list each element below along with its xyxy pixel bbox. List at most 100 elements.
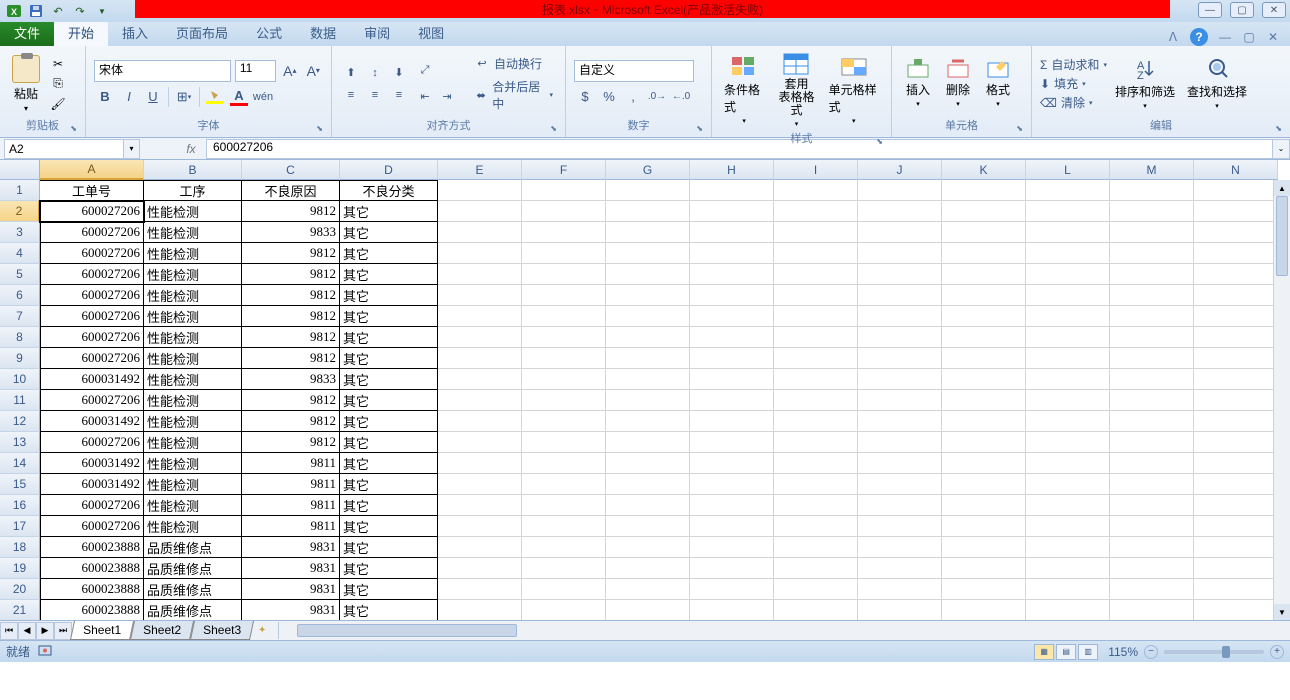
cell-C20[interactable]: 9831 (242, 579, 340, 600)
cell-C17[interactable]: 9811 (242, 516, 340, 537)
col-header-N[interactable]: N (1194, 160, 1278, 180)
cell-G20[interactable] (606, 579, 690, 600)
cell-H9[interactable] (690, 348, 774, 369)
row-header-3[interactable]: 3 (0, 222, 40, 243)
redo-icon[interactable]: ↷ (72, 3, 88, 19)
cell-F1[interactable] (522, 180, 606, 201)
cell-E21[interactable] (438, 600, 522, 620)
cell-A13[interactable]: 600027206 (40, 432, 144, 453)
page-layout-view-icon[interactable]: ▤ (1056, 644, 1076, 660)
cell-J19[interactable] (858, 558, 942, 579)
accounting-format-icon[interactable]: $ (574, 86, 596, 108)
cell-A4[interactable]: 600027206 (40, 243, 144, 264)
cell-K9[interactable] (942, 348, 1026, 369)
cell-G18[interactable] (606, 537, 690, 558)
cut-icon[interactable]: ✂ (48, 55, 68, 73)
file-tab[interactable]: 文件 (0, 19, 54, 46)
cell-E6[interactable] (438, 285, 522, 306)
cell-D14[interactable]: 其它 (340, 453, 438, 474)
row-header-12[interactable]: 12 (0, 411, 40, 432)
format-cells-button[interactable]: 格式▾ (980, 57, 1016, 110)
cell-H8[interactable] (690, 327, 774, 348)
cell-B6[interactable]: 性能检测 (144, 285, 242, 306)
increase-font-icon[interactable]: A▴ (280, 61, 299, 81)
cell-J17[interactable] (858, 516, 942, 537)
tab-home[interactable]: 开始 (54, 19, 108, 46)
cell-A1[interactable]: 工单号 (40, 180, 144, 201)
cell-C15[interactable]: 9811 (242, 474, 340, 495)
cell-I17[interactable] (774, 516, 858, 537)
cell-K6[interactable] (942, 285, 1026, 306)
cell-M21[interactable] (1110, 600, 1194, 620)
cell-F14[interactable] (522, 453, 606, 474)
cell-L15[interactable] (1026, 474, 1110, 495)
cell-J10[interactable] (858, 369, 942, 390)
name-box[interactable]: A2 (4, 139, 124, 159)
cell-N21[interactable] (1194, 600, 1278, 620)
cell-A9[interactable]: 600027206 (40, 348, 144, 369)
cell-E1[interactable] (438, 180, 522, 201)
insert-cells-button[interactable]: 插入▾ (900, 57, 936, 110)
font-name-select[interactable]: 宋体 (94, 60, 231, 82)
sheet-tab-1[interactable]: Sheet1 (70, 621, 134, 640)
row-header-8[interactable]: 8 (0, 327, 40, 348)
zoom-level[interactable]: 115% (1108, 645, 1138, 659)
cell-H20[interactable] (690, 579, 774, 600)
cell-G6[interactable] (606, 285, 690, 306)
cell-K14[interactable] (942, 453, 1026, 474)
cell-N15[interactable] (1194, 474, 1278, 495)
row-header-1[interactable]: 1 (0, 180, 40, 201)
cell-N18[interactable] (1194, 537, 1278, 558)
macro-record-icon[interactable] (38, 643, 52, 660)
cell-D10[interactable]: 其它 (340, 369, 438, 390)
cell-N20[interactable] (1194, 579, 1278, 600)
col-header-G[interactable]: G (606, 160, 690, 180)
qat-dropdown-icon[interactable]: ▼ (94, 3, 110, 19)
scroll-down-icon[interactable]: ▼ (1274, 604, 1290, 620)
row-header-7[interactable]: 7 (0, 306, 40, 327)
cell-A19[interactable]: 600023888 (40, 558, 144, 579)
cell-J8[interactable] (858, 327, 942, 348)
cell-B2[interactable]: 性能检测 (144, 201, 242, 222)
cell-F19[interactable] (522, 558, 606, 579)
cell-B5[interactable]: 性能检测 (144, 264, 242, 285)
close-button[interactable]: ✕ (1262, 2, 1286, 18)
help-icon[interactable]: ? (1190, 28, 1208, 46)
col-header-M[interactable]: M (1110, 160, 1194, 180)
cell-H14[interactable] (690, 453, 774, 474)
cell-L13[interactable] (1026, 432, 1110, 453)
cell-E9[interactable] (438, 348, 522, 369)
cell-J14[interactable] (858, 453, 942, 474)
cell-G15[interactable] (606, 474, 690, 495)
cell-C18[interactable]: 9831 (242, 537, 340, 558)
cell-M19[interactable] (1110, 558, 1194, 579)
cell-H12[interactable] (690, 411, 774, 432)
select-all-corner[interactable] (0, 160, 40, 180)
cell-K11[interactable] (942, 390, 1026, 411)
cell-K15[interactable] (942, 474, 1026, 495)
cell-A2[interactable]: 600027206 (40, 201, 144, 222)
cell-C11[interactable]: 9812 (242, 390, 340, 411)
borders-button[interactable]: ⊞▾ (173, 86, 195, 108)
cell-M14[interactable] (1110, 453, 1194, 474)
cell-J1[interactable] (858, 180, 942, 201)
cell-L10[interactable] (1026, 369, 1110, 390)
cell-G4[interactable] (606, 243, 690, 264)
cell-L4[interactable] (1026, 243, 1110, 264)
sheet-nav-first[interactable]: ⏮ (0, 622, 18, 640)
cell-M12[interactable] (1110, 411, 1194, 432)
cell-J4[interactable] (858, 243, 942, 264)
cell-K21[interactable] (942, 600, 1026, 620)
tab-layout[interactable]: 页面布局 (162, 19, 242, 46)
cell-H5[interactable] (690, 264, 774, 285)
cell-F5[interactable] (522, 264, 606, 285)
cell-H7[interactable] (690, 306, 774, 327)
cell-I15[interactable] (774, 474, 858, 495)
cell-I2[interactable] (774, 201, 858, 222)
cell-G8[interactable] (606, 327, 690, 348)
cell-E7[interactable] (438, 306, 522, 327)
cell-M11[interactable] (1110, 390, 1194, 411)
col-header-I[interactable]: I (774, 160, 858, 180)
clear-button[interactable]: ⌫清除▾ (1040, 94, 1107, 111)
cell-F2[interactable] (522, 201, 606, 222)
